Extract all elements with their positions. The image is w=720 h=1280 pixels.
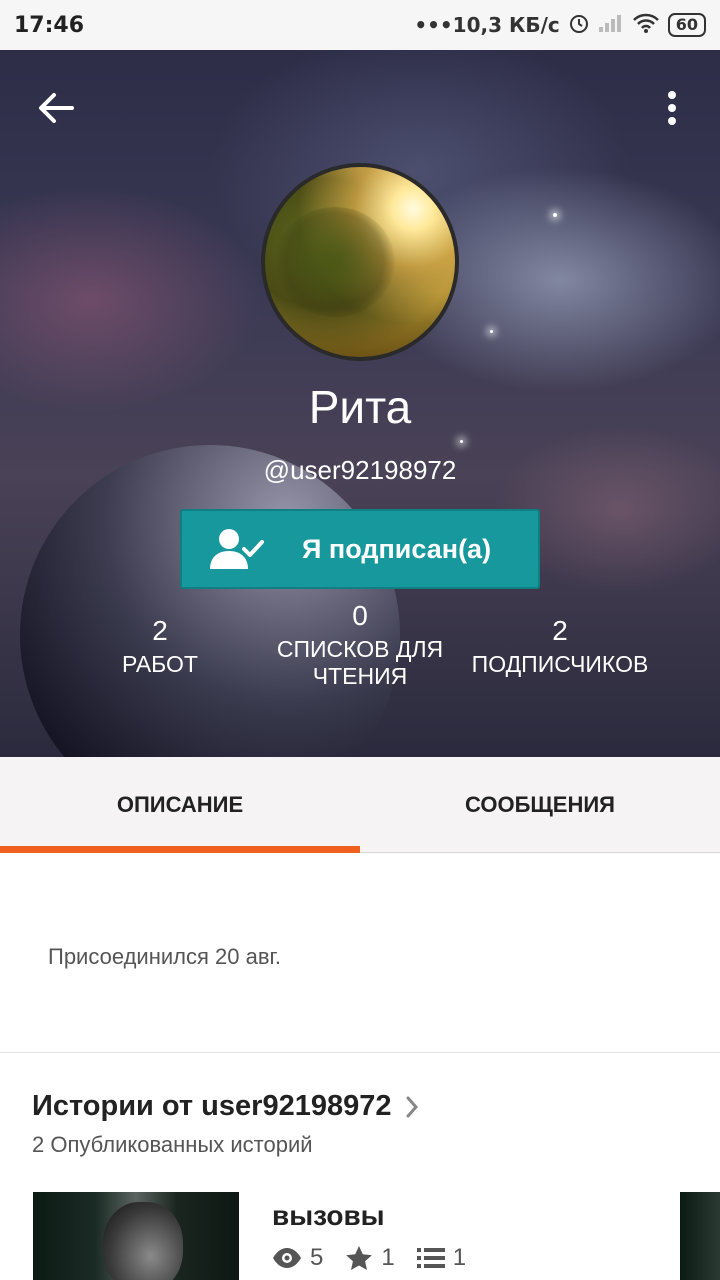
stat-value: 2 (152, 615, 168, 646)
more-vertical-icon (668, 91, 676, 125)
avatar (261, 163, 459, 361)
arrow-left-icon (39, 93, 74, 123)
status-indicators: •••10,3 КБ/с 60 (414, 12, 706, 39)
profile-handle: @user92198972 (263, 455, 457, 485)
profile-tabs: ОПИСАНИЕ СООБЩЕНИЯ (0, 757, 720, 853)
background-star (490, 330, 493, 333)
profile-name: Рита (308, 381, 412, 433)
story-views: 5 (272, 1244, 323, 1272)
chevron-right-icon (405, 1095, 419, 1119)
list-icon (416, 1248, 445, 1268)
story-meta: 5 1 1 (272, 1244, 488, 1272)
stat-value: 2 (552, 615, 568, 646)
tab-messages[interactable]: СООБЩЕНИЯ (360, 757, 720, 853)
stat-value: 0 (352, 600, 368, 631)
story-cover[interactable] (33, 1192, 239, 1280)
tab-label: СООБЩЕНИЯ (465, 792, 615, 817)
stat-label: ПОДПИСЧИКОВ (471, 651, 649, 677)
signal-icon (598, 13, 624, 38)
story-cover[interactable] (680, 1192, 720, 1280)
stat-label: РАБОТ (122, 651, 198, 677)
story-votes: 1 (345, 1244, 395, 1272)
tab-description[interactable]: ОПИСАНИЕ (0, 757, 360, 853)
stories-section-title[interactable]: Истории от user92198972 (32, 1090, 419, 1123)
background-star (460, 440, 463, 443)
star-icon (346, 1246, 373, 1270)
alarm-icon (568, 12, 590, 39)
section-divider (0, 1052, 720, 1053)
stat-works[interactable]: 2 РАБОТ (60, 615, 260, 678)
following-button-label: Я подписан(а) (302, 533, 492, 564)
story-parts: 1 (416, 1244, 466, 1272)
stat-label: СПИСКОВ ДЛЯ ЧТЕНИЯ (276, 636, 444, 689)
back-button[interactable] (30, 82, 82, 134)
story-title[interactable]: вызовы (272, 1200, 385, 1232)
eye-icon (273, 1248, 301, 1268)
profile-header: Рита @user92198972 Я подписан(а) 2 РАБОТ… (0, 50, 720, 757)
more-options-button[interactable] (648, 82, 696, 134)
following-button[interactable]: Я подписан(а) (180, 509, 540, 589)
stories-count: 2 Опубликованных историй (32, 1132, 313, 1157)
joined-date: Присоединился 20 авг. (48, 944, 281, 969)
stat-reading-lists[interactable]: 0 СПИСКОВ ДЛЯ ЧТЕНИЯ (260, 600, 460, 690)
tab-label: ОПИСАНИЕ (116, 792, 244, 817)
stories-title-text: Истории от user92198972 (32, 1090, 392, 1122)
wifi-icon (632, 12, 660, 39)
user-check-icon (208, 527, 278, 571)
status-time: 17:46 (14, 12, 85, 38)
stat-followers[interactable]: 2 ПОДПИСЧИКОВ (460, 615, 660, 678)
battery-icon: 60 (667, 13, 706, 37)
network-speed: •••10,3 КБ/с (414, 13, 560, 37)
background-star (553, 213, 557, 217)
status-bar: 17:46 •••10,3 КБ/с 60 (0, 0, 720, 50)
